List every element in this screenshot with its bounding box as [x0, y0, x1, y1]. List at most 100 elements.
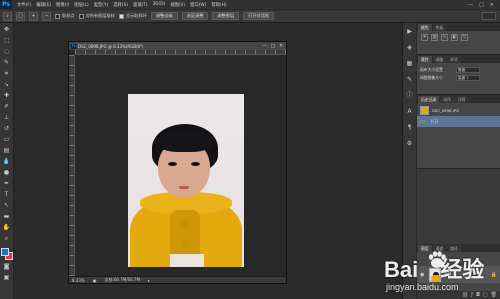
tab-history[interactable]: 历史记录 — [418, 96, 440, 103]
field-value[interactable]: 高度 1 — [456, 75, 480, 81]
menu-window[interactable]: 窗口(W) — [190, 2, 206, 8]
tool-presets-icon[interactable]: ⚙ — [406, 140, 414, 148]
path-select-tool-icon[interactable]: ↖ — [2, 202, 11, 210]
screen-mode-icon[interactable]: ▣ — [2, 274, 11, 282]
lasso-tool-icon[interactable]: ◌ — [2, 48, 11, 56]
document-maximize-icon[interactable]: □ — [271, 44, 275, 49]
color-panel-icon[interactable]: ◈ — [406, 44, 414, 52]
color-swatches[interactable] — [0, 248, 13, 260]
child-portrait-photo[interactable] — [128, 94, 244, 267]
curves-icon[interactable]: ∿ — [441, 34, 448, 41]
bangs — [156, 130, 214, 152]
history-snapshot[interactable]: DSC_0898.JPG — [417, 105, 500, 116]
history-item[interactable]: ▭ 打开 — [417, 116, 500, 127]
open-dialog-button[interactable]: 打开对话框 — [243, 12, 275, 20]
workspace-switcher[interactable] — [482, 12, 496, 20]
foreground-color-swatch[interactable] — [0, 248, 9, 256]
swatches-panel-icon[interactable]: ▦ — [406, 60, 414, 68]
fx-icon[interactable]: ƒ — [471, 292, 473, 298]
clone-stamp-tool-icon[interactable]: ⊥ — [2, 114, 11, 122]
sample-size-checkbox[interactable] — [55, 13, 60, 19]
sample-size-option[interactable]: 取样点 — [55, 13, 75, 19]
trash-icon[interactable]: 🗑 — [491, 292, 497, 298]
gradient-tool-icon[interactable]: ▤ — [2, 147, 11, 155]
menu-help[interactable]: 帮助(H) — [211, 2, 226, 8]
close-icon[interactable]: ✕ — [490, 2, 494, 8]
layer-row[interactable]: ◉ 背景 🔒 — [417, 266, 500, 283]
tab-adjustments[interactable]: 调整 — [432, 56, 447, 63]
show-ring-option[interactable]: 显示取样环 — [118, 13, 147, 19]
document-status-bar: 8.33% ▣ 文档:66.7M/66.7M ▸ — [69, 276, 286, 283]
menu-image[interactable]: 图像(I) — [56, 2, 69, 8]
hand-tool-icon[interactable]: ✋ — [2, 224, 11, 232]
exposure-icon[interactable]: ◐ — [451, 34, 458, 41]
vibrance-icon[interactable]: ▽ — [461, 34, 468, 41]
crop-tool-icon[interactable]: ⌗ — [2, 70, 11, 78]
eyedropper-tool-icon[interactable]: ↘ — [2, 81, 11, 89]
menu-filter[interactable]: 滤镜(T) — [133, 2, 148, 8]
field-value[interactable]: 宽度 — [456, 67, 480, 73]
tab-notes[interactable]: 注释 — [454, 96, 469, 103]
document-title-bar[interactable]: Ps DSC_0898.JPG @ 8.33%(RGB/8*) — □ ✕ — [69, 42, 286, 50]
new-selection-icon[interactable]: ▢ — [16, 11, 25, 21]
document-close-icon[interactable]: ✕ — [279, 44, 283, 49]
quick-mask-icon[interactable]: ◙ — [2, 263, 11, 271]
show-ring-checkbox[interactable] — [118, 13, 124, 19]
tool-preset-icon[interactable]: ⌕ — [3, 11, 12, 21]
dodge-tool-icon[interactable]: ● — [2, 169, 11, 177]
character-panel-icon[interactable]: A — [406, 108, 414, 116]
tab-color[interactable]: 颜色 — [418, 24, 432, 31]
sample-all-layers-option[interactable]: 对所有图层取样 — [78, 13, 115, 19]
marquee-tool-icon[interactable]: ⬚ — [2, 37, 11, 45]
quick-select-tool-icon[interactable]: ✎ — [2, 59, 11, 67]
tab-paths[interactable]: 路径 — [447, 245, 461, 252]
tab-channels[interactable]: 通道 — [432, 245, 447, 252]
selection-adjust-button[interactable]: 选区调整 — [181, 12, 209, 20]
brush-tool-icon[interactable]: ✐ — [2, 103, 11, 111]
zoom-tool-icon[interactable]: ⌕ — [2, 235, 11, 243]
open-document-icon: ▭ — [420, 118, 425, 125]
brightness-icon[interactable]: ☀ — [421, 34, 428, 41]
history-panel-icon[interactable]: ▶ — [406, 28, 414, 36]
minimize-icon[interactable]: — — [468, 2, 473, 8]
add-selection-icon[interactable]: + — [29, 11, 38, 21]
menu-3d[interactable]: 3D(D) — [153, 2, 166, 7]
move-tool-icon[interactable]: ✥ — [2, 26, 11, 34]
eraser-tool-icon[interactable]: ▭ — [2, 136, 11, 144]
status-arrow-icon[interactable]: ▸ — [148, 278, 150, 283]
document-minimize-icon[interactable]: — — [262, 44, 267, 49]
paragraph-panel-icon[interactable]: ¶ — [406, 124, 414, 132]
maximize-icon[interactable]: □ — [479, 2, 484, 8]
blur-tool-icon[interactable]: 💧 — [2, 158, 11, 166]
sample-all-layers-checkbox[interactable] — [78, 13, 84, 19]
type-tool-icon[interactable]: T — [2, 191, 11, 199]
link-icon[interactable]: ⛓ — [462, 292, 468, 298]
canvas-area[interactable] — [75, 55, 286, 276]
healing-brush-tool-icon[interactable]: ✚ — [2, 92, 11, 100]
tab-properties[interactable]: 属性 — [418, 56, 432, 63]
history-brush-tool-icon[interactable]: ↺ — [2, 125, 11, 133]
new-layer-icon[interactable]: ▢ — [483, 292, 488, 298]
mask-icon[interactable]: ◘ — [476, 292, 480, 298]
subtract-selection-icon[interactable]: − — [42, 11, 51, 21]
menu-select[interactable]: 选择(S) — [113, 2, 128, 8]
menu-layer[interactable]: 图层(L) — [74, 2, 88, 8]
refine-edge-button[interactable]: 调整边缘 — [150, 12, 178, 20]
tab-layers[interactable]: 图层 — [418, 245, 432, 252]
eye-icon[interactable]: ◉ — [420, 272, 426, 278]
levels-icon[interactable]: ▥ — [431, 34, 438, 41]
shape-tool-icon[interactable]: ▬ — [2, 213, 11, 221]
menu-edit[interactable]: 编辑(E) — [36, 2, 51, 8]
adjust-layer-button[interactable]: 调整图层 — [212, 12, 240, 20]
menu-file[interactable]: 文件(F) — [17, 2, 31, 8]
menu-view[interactable]: 视图(V) — [170, 2, 185, 8]
zoom-level[interactable]: 8.33% — [72, 278, 85, 283]
tab-styles[interactable]: 样式 — [447, 56, 461, 63]
info-panel-icon[interactable]: ⓘ — [406, 92, 414, 100]
status-menu-icon[interactable]: ▣ — [93, 278, 97, 283]
menu-type[interactable]: 类型(Y) — [94, 2, 109, 8]
tab-actions[interactable]: 动作 — [440, 96, 454, 103]
brush-panel-icon[interactable]: ✎ — [406, 76, 414, 84]
tab-swatches[interactable]: 色板 — [432, 24, 447, 31]
pen-tool-icon[interactable]: ✒ — [2, 180, 11, 188]
